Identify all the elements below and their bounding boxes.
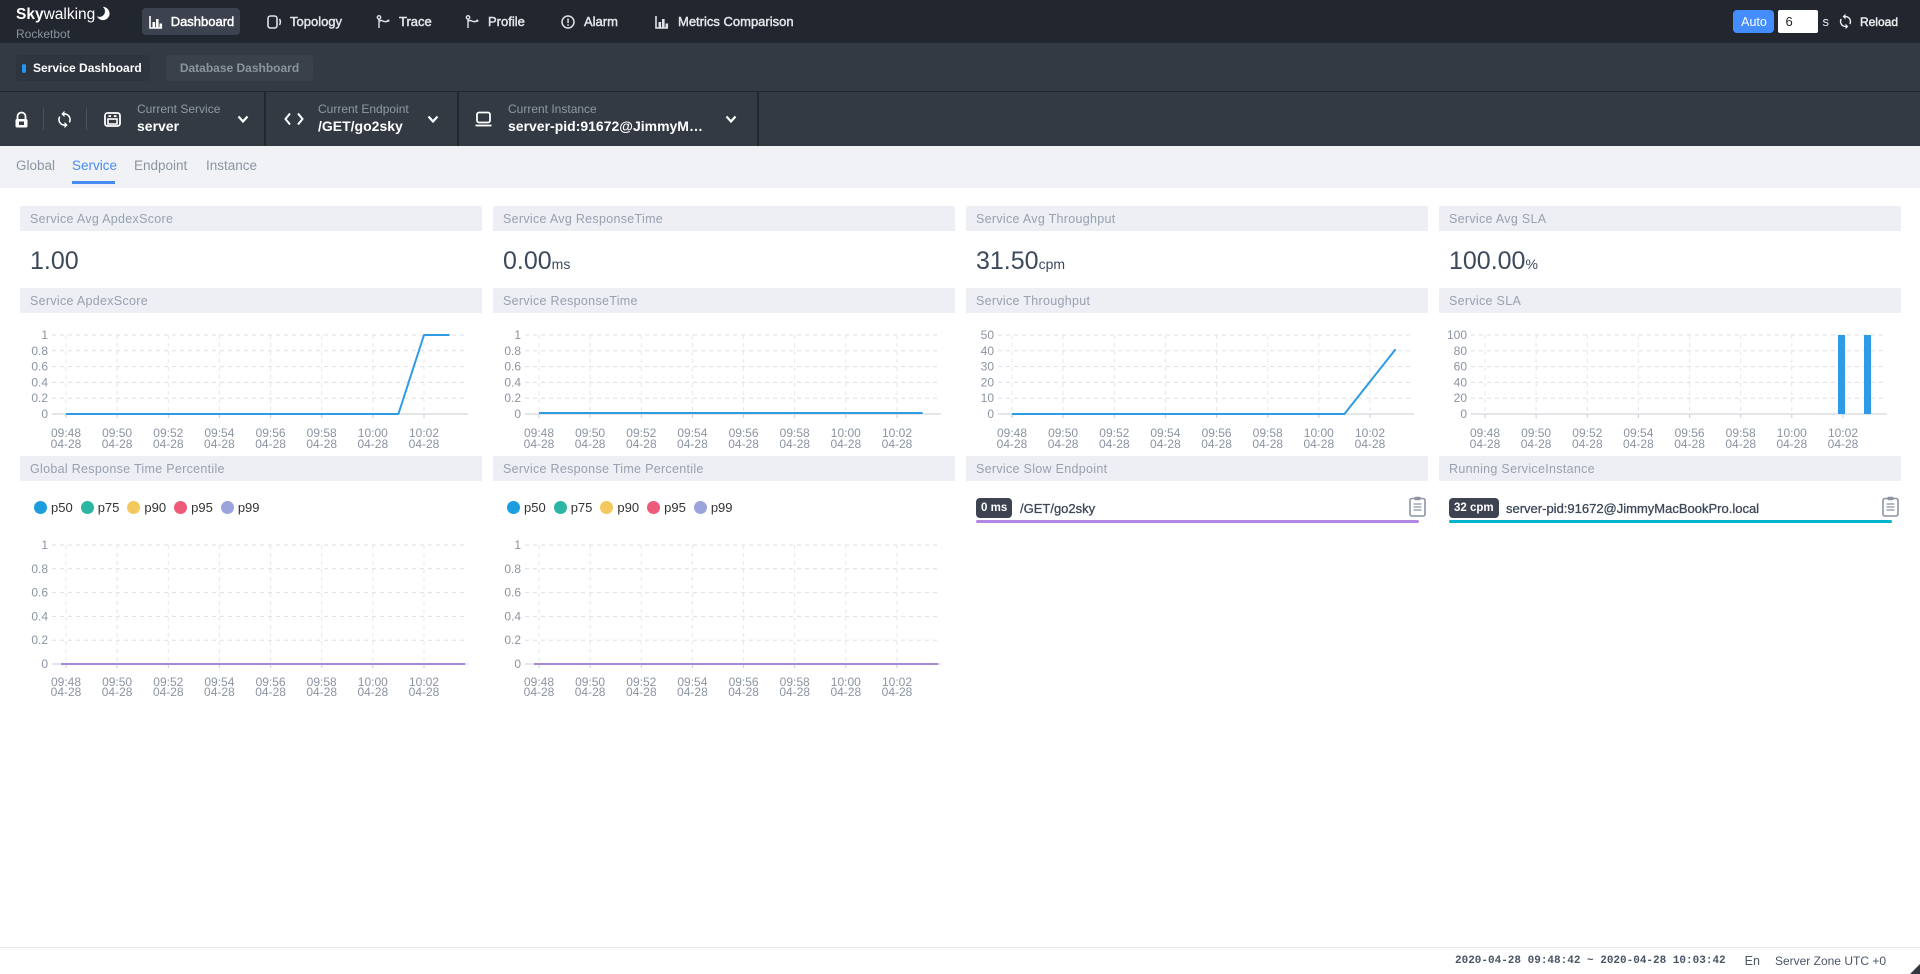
svg-text:04-28: 04-28 — [357, 685, 388, 699]
svg-text:04-28: 04-28 — [677, 437, 708, 449]
svg-text:04-28: 04-28 — [728, 685, 759, 699]
svg-text:04-28: 04-28 — [306, 437, 337, 449]
svg-text:04-28: 04-28 — [357, 437, 388, 449]
svg-text:04-28: 04-28 — [102, 437, 133, 449]
svg-text:0.8: 0.8 — [31, 562, 48, 576]
svg-text:04-28: 04-28 — [1674, 437, 1705, 449]
svg-text:04-28: 04-28 — [575, 685, 606, 699]
svg-text:04-28: 04-28 — [626, 437, 657, 449]
svg-text:60: 60 — [1454, 360, 1468, 374]
svg-text:04-28: 04-28 — [1099, 437, 1130, 449]
svg-text:0: 0 — [987, 407, 994, 421]
svg-text:0.6: 0.6 — [31, 360, 48, 374]
svg-text:50: 50 — [981, 328, 995, 342]
svg-text:04-28: 04-28 — [1201, 437, 1232, 449]
svg-text:04-28: 04-28 — [1355, 437, 1386, 449]
svg-text:04-28: 04-28 — [677, 685, 708, 699]
svg-text:0.2: 0.2 — [31, 633, 48, 647]
svg-text:04-28: 04-28 — [255, 437, 286, 449]
svg-text:0.8: 0.8 — [504, 562, 521, 576]
svg-text:0: 0 — [41, 407, 48, 421]
svg-text:04-28: 04-28 — [1303, 437, 1334, 449]
svg-text:04-28: 04-28 — [1521, 437, 1552, 449]
svg-text:20: 20 — [981, 375, 995, 389]
svg-text:0.6: 0.6 — [504, 586, 521, 600]
svg-text:40: 40 — [981, 344, 995, 358]
svg-text:0.6: 0.6 — [31, 586, 48, 600]
svg-text:1: 1 — [41, 328, 48, 342]
svg-text:04-28: 04-28 — [779, 685, 810, 699]
svg-text:04-28: 04-28 — [1572, 437, 1603, 449]
svg-text:10: 10 — [981, 391, 995, 405]
svg-text:1: 1 — [514, 328, 521, 342]
svg-text:04-28: 04-28 — [1725, 437, 1756, 449]
svg-text:04-28: 04-28 — [204, 437, 235, 449]
svg-text:04-28: 04-28 — [306, 685, 337, 699]
svg-text:04-28: 04-28 — [882, 685, 913, 699]
svg-text:04-28: 04-28 — [204, 685, 235, 699]
svg-text:20: 20 — [1454, 391, 1468, 405]
svg-text:04-28: 04-28 — [524, 685, 555, 699]
svg-text:0: 0 — [41, 657, 48, 671]
svg-text:04-28: 04-28 — [779, 437, 810, 449]
svg-text:04-28: 04-28 — [524, 437, 555, 449]
svg-text:04-28: 04-28 — [51, 685, 82, 699]
svg-text:04-28: 04-28 — [1252, 437, 1283, 449]
svg-text:04-28: 04-28 — [830, 437, 861, 449]
svg-text:0.2: 0.2 — [504, 391, 521, 405]
svg-text:1: 1 — [514, 538, 521, 552]
svg-text:0.4: 0.4 — [31, 375, 48, 389]
svg-text:0.2: 0.2 — [31, 391, 48, 405]
svg-text:80: 80 — [1454, 344, 1468, 358]
svg-text:04-28: 04-28 — [1470, 437, 1501, 449]
svg-text:0.2: 0.2 — [504, 633, 521, 647]
svg-text:0.4: 0.4 — [31, 609, 48, 623]
svg-text:0.8: 0.8 — [31, 344, 48, 358]
svg-text:0: 0 — [514, 407, 521, 421]
svg-text:0.8: 0.8 — [504, 344, 521, 358]
svg-text:40: 40 — [1454, 375, 1468, 389]
svg-text:04-28: 04-28 — [626, 685, 657, 699]
svg-text:30: 30 — [981, 360, 995, 374]
svg-text:04-28: 04-28 — [153, 437, 184, 449]
svg-text:04-28: 04-28 — [153, 685, 184, 699]
svg-text:04-28: 04-28 — [830, 685, 861, 699]
svg-text:100: 100 — [1447, 328, 1467, 342]
svg-text:0.4: 0.4 — [504, 375, 521, 389]
svg-text:04-28: 04-28 — [409, 685, 440, 699]
svg-text:1: 1 — [41, 538, 48, 552]
svg-text:04-28: 04-28 — [997, 437, 1028, 449]
svg-text:04-28: 04-28 — [1776, 437, 1807, 449]
svg-text:0: 0 — [1460, 407, 1467, 421]
svg-text:04-28: 04-28 — [728, 437, 759, 449]
svg-text:04-28: 04-28 — [102, 685, 133, 699]
svg-text:04-28: 04-28 — [1623, 437, 1654, 449]
svg-text:0.4: 0.4 — [504, 609, 521, 623]
svg-text:04-28: 04-28 — [51, 437, 82, 449]
svg-text:04-28: 04-28 — [409, 437, 440, 449]
svg-text:04-28: 04-28 — [1828, 437, 1859, 449]
svg-text:04-28: 04-28 — [255, 685, 286, 699]
svg-text:04-28: 04-28 — [575, 437, 606, 449]
svg-text:04-28: 04-28 — [1150, 437, 1181, 449]
svg-text:0: 0 — [514, 657, 521, 671]
svg-text:0.6: 0.6 — [504, 360, 521, 374]
svg-text:04-28: 04-28 — [882, 437, 913, 449]
svg-text:04-28: 04-28 — [1048, 437, 1079, 449]
